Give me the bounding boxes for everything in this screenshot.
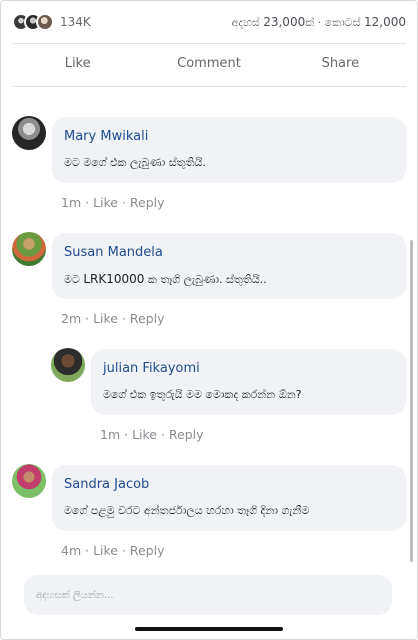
comment-text: මට LRK10000 ක තෑගි ලැබුණා. ස්තුතියි.. — [64, 272, 394, 287]
avatar[interactable] — [12, 464, 46, 498]
like-button[interactable]: Like — [12, 44, 143, 82]
reaction-count: 134K — [60, 15, 91, 29]
share-button[interactable]: Share — [275, 44, 406, 82]
comment-amount: LRK10000 — [83, 272, 145, 286]
comment-time: 4m — [61, 543, 82, 558]
engagement-summary[interactable]: අදහස් 23,000ක් · කොටස් 12,000 — [231, 15, 406, 30]
divider — [12, 86, 406, 87]
comment-button[interactable]: Comment — [143, 44, 274, 82]
comment-bubble: Sandra Jacob මගේ පළමු වරට අන්තර්ජාලය හරහ… — [52, 465, 406, 531]
comment-time: 2m — [61, 311, 82, 326]
comment-meta: 1m · Like · Reply — [61, 195, 165, 210]
avatar[interactable] — [51, 348, 85, 382]
comment-like-link[interactable]: Like — [93, 311, 118, 326]
comment-reply-link[interactable]: Reply — [169, 427, 204, 442]
comment-like-link[interactable]: Like — [132, 427, 157, 442]
comment-text: මගේ එක ඉතුරුයි මම මොකද කරන්න ඕන? — [103, 388, 302, 401]
comment-reply-link[interactable]: Reply — [130, 543, 165, 558]
comment-text-part: ක තෑගි ලැබුණා. ස්තුතියි.. — [144, 273, 267, 286]
home-indicator[interactable] — [135, 627, 283, 631]
comment-text: මගේ පළමු වරට අන්තර්ජාලය හරහා තෑගි දිනා ග… — [64, 504, 310, 517]
comment-meta: 4m · Like · Reply — [61, 543, 165, 558]
shares-count: 12,000 — [364, 14, 406, 29]
comment-text-part: මට — [64, 273, 84, 286]
scrollbar[interactable] — [410, 240, 413, 562]
comment-like-link[interactable]: Like — [93, 543, 118, 558]
comments-label: අදහස් — [231, 15, 264, 29]
post-action-bar: Like Comment Share — [12, 44, 406, 82]
avatar[interactable] — [12, 232, 46, 266]
commenter-name[interactable]: Susan Mandela — [64, 245, 394, 260]
comment-time: 1m — [100, 427, 121, 442]
post-stats-row: 134K අදහස් 23,000ක් · කොටස් 12,000 — [12, 10, 406, 34]
comment-bubble: Mary Mwikali මට මගේ එක ලැබුණා ස්තුතියි. — [52, 117, 406, 183]
comment-like-link[interactable]: Like — [93, 195, 118, 210]
reactions-summary[interactable]: 134K — [12, 13, 91, 31]
commenter-name[interactable]: julian Fikayomi — [103, 361, 394, 376]
comment-meta: 1m · Like · Reply — [100, 427, 204, 442]
commenter-name[interactable]: Mary Mwikali — [64, 129, 394, 144]
comment-reply-link[interactable]: Reply — [130, 195, 165, 210]
comment-meta: 2m · Like · Reply — [61, 311, 165, 326]
reactor-avatar — [36, 13, 54, 31]
comment-text: මට මගේ එක ලැබුණා ස්තුතියි. — [64, 156, 206, 169]
avatar[interactable] — [12, 116, 46, 150]
comment-input[interactable] — [24, 575, 392, 615]
comment-bubble: Susan Mandela මට LRK10000 ක තෑගි ලැබුණා.… — [52, 233, 406, 299]
comments-count: 23,000 — [263, 14, 306, 29]
commenter-name[interactable]: Sandra Jacob — [64, 477, 394, 492]
shares-label: ක් · කොටස් — [305, 15, 364, 29]
reply-bubble: julian Fikayomi මගේ එක ඉතුරුයි මම මොකද ක… — [91, 349, 406, 415]
comment-time: 1m — [61, 195, 82, 210]
comment-reply-link[interactable]: Reply — [130, 311, 165, 326]
